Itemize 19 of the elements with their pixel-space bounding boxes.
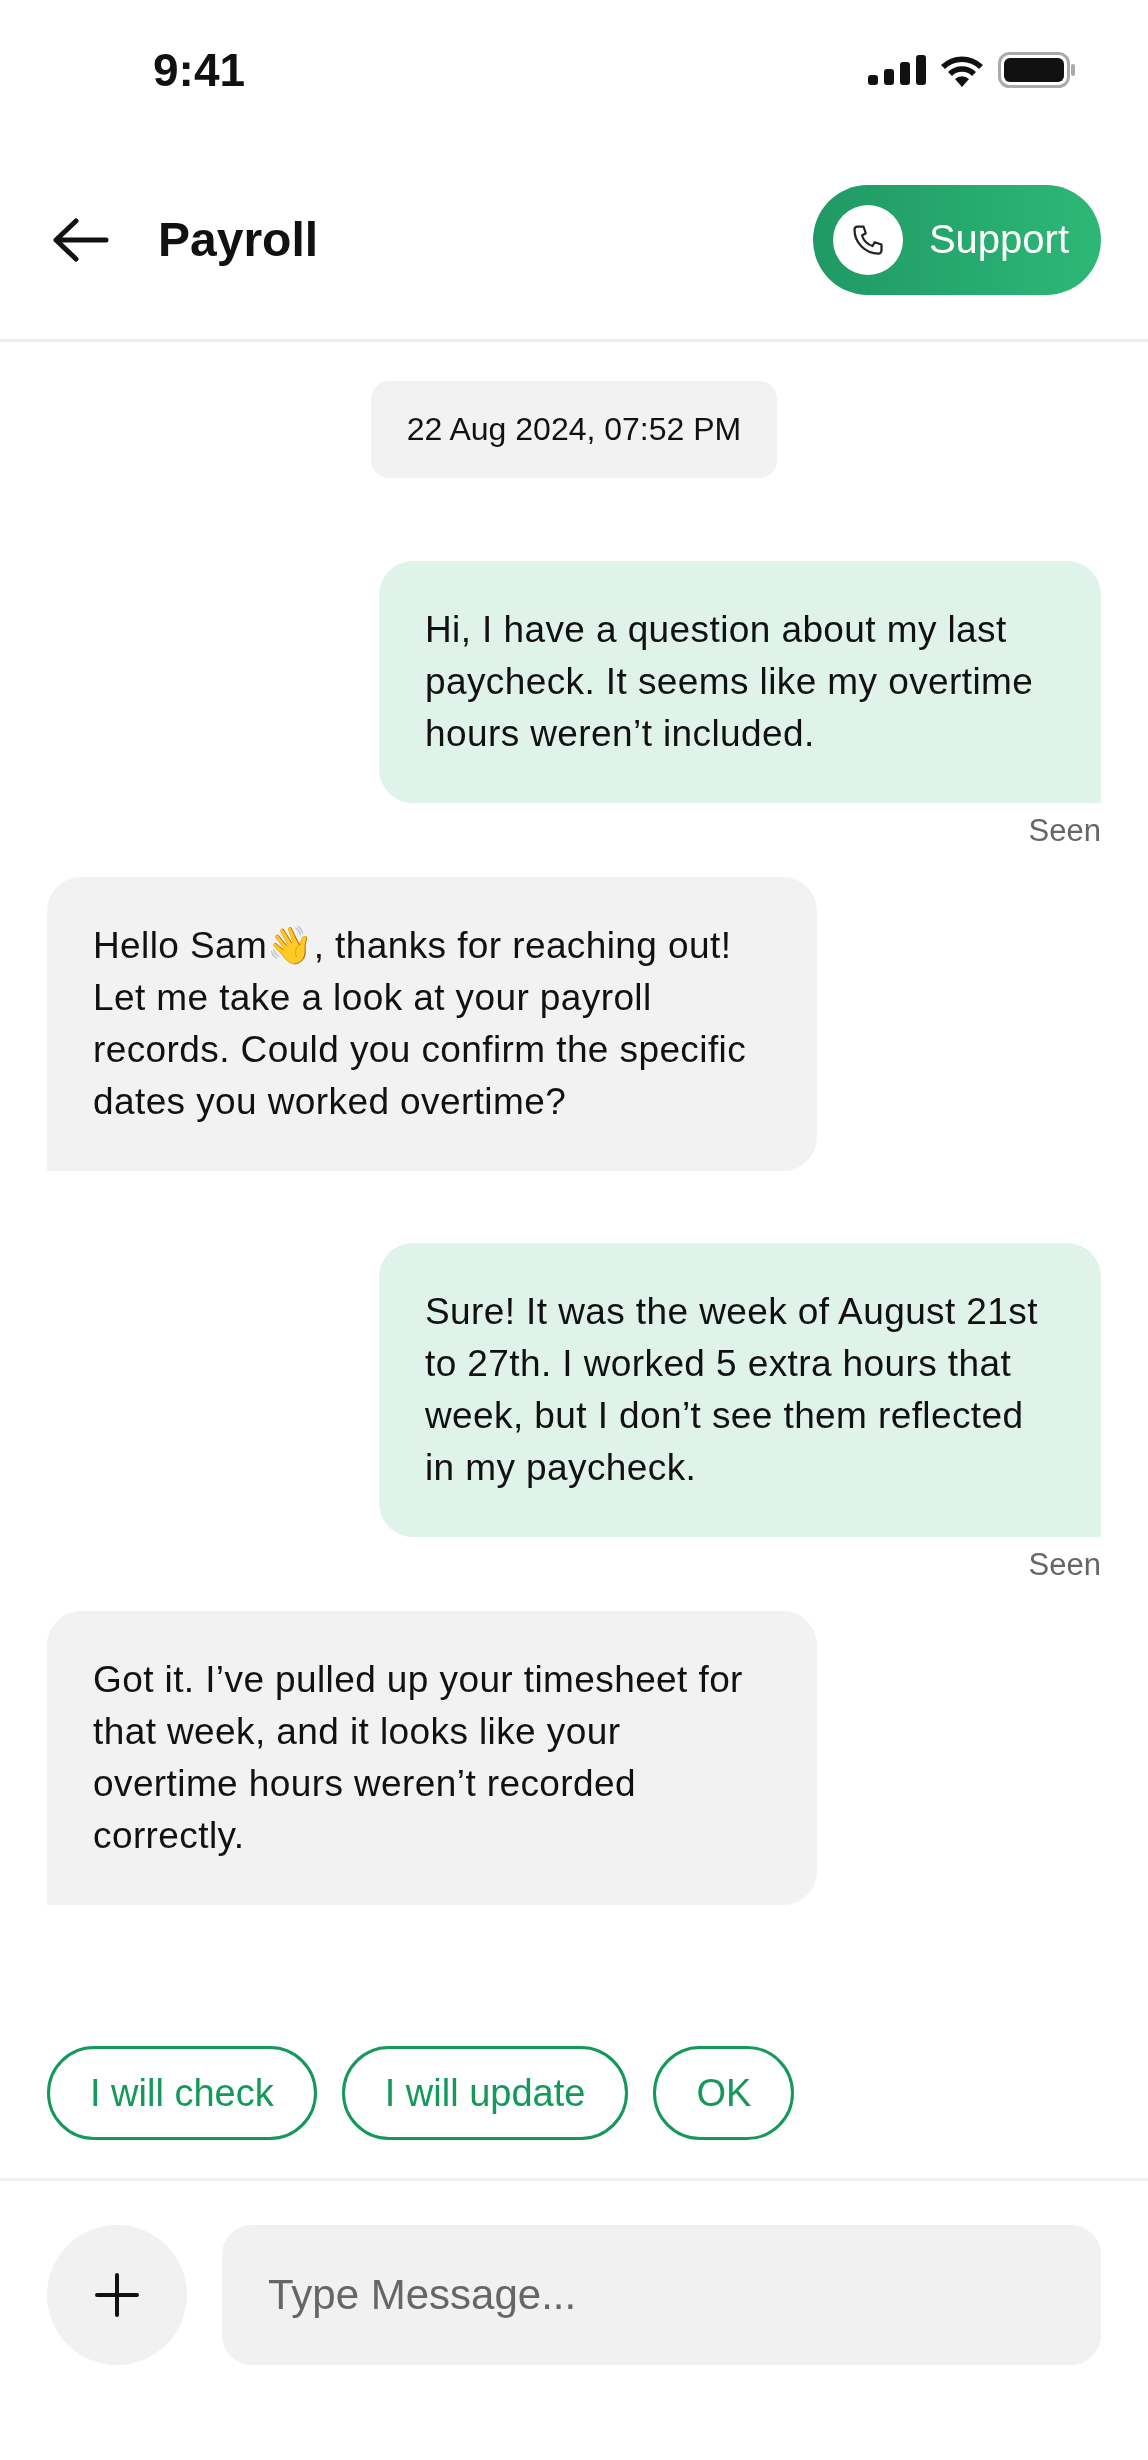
signal-icon — [868, 55, 926, 85]
quick-reply-chip[interactable]: I will update — [341, 2046, 629, 2140]
status-time: 9:41 — [153, 43, 246, 97]
plus-icon — [95, 2273, 139, 2317]
quick-reply-chip[interactable]: OK — [653, 2046, 795, 2140]
sent-message: Hi, I have a question about my last paycheck. It seems like my overtime hours weren’t included. — [379, 561, 1101, 803]
quick-reply-chip[interactable]: I will check — [47, 2046, 317, 2140]
read-receipt: Seen — [1028, 1547, 1101, 1583]
received-message: Got it. I’ve pulled up your timesheet for that week, and it looks like your overtime hours weren’t recorded correctly. — [47, 1611, 817, 1905]
support-button[interactable]: Support — [812, 184, 1101, 295]
back-button[interactable] — [52, 217, 110, 262]
battery-icon — [998, 52, 1076, 88]
read-receipt: Seen — [1028, 813, 1101, 849]
received-message: Hello Sam👋, thanks for reaching out! Let me take a look at your payroll records. Could you confirm the specific dates you worked overtime? — [47, 877, 817, 1171]
message-input[interactable]: Type Message... — [222, 2225, 1101, 2365]
sent-message: Sure! It was the week of August 21st to 27th. I worked 5 extra hours that week, but I don’t see them reflected in my paycheck. — [379, 1243, 1101, 1537]
back-arrow-icon — [52, 217, 110, 262]
date-chip: 22 Aug 2024, 07:52 PM — [370, 381, 778, 478]
chat-title: Payroll — [158, 212, 319, 267]
